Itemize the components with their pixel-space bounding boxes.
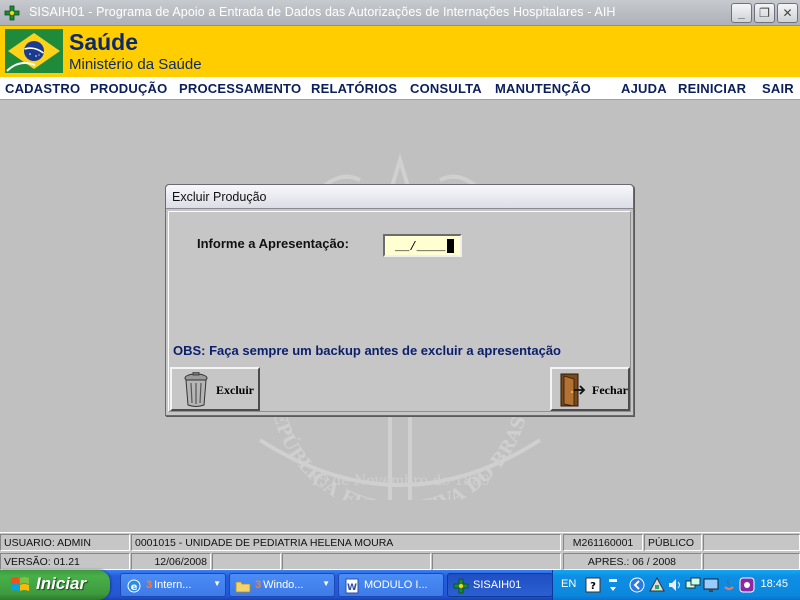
status-empty-1 <box>703 534 800 551</box>
antivirus-icon[interactable] <box>739 577 755 593</box>
apresentacao-label: Informe a Apresentação: <box>197 236 349 251</box>
window-titlebar[interactable]: SISAIH01 - Programa de Apoio a Entrada d… <box>0 0 800 26</box>
taskbar-item-windows[interactable]: 3 Windo... ▼ <box>229 573 335 597</box>
fechar-button[interactable]: Fechar <box>550 367 630 411</box>
clock[interactable]: 18:45 <box>760 578 788 590</box>
maximize-button[interactable]: ❐ <box>754 3 775 23</box>
task-count: 3 <box>146 579 153 591</box>
dialog-body: Informe a Apresentação: __/____ OBS: Faç… <box>168 211 631 412</box>
taskbar-item-modulo[interactable]: W MODULO I... <box>338 573 444 597</box>
task-label: MODULO I... <box>364 579 428 591</box>
svg-text:?: ? <box>590 581 596 592</box>
status-version: VERSÃO: 01.21 <box>0 553 130 570</box>
status-date: 12/06/2008 <box>131 553 211 570</box>
show-hidden-icons-icon[interactable] <box>629 577 645 593</box>
menu-reiniciar[interactable]: REINICIAR <box>678 81 746 96</box>
menu-sair[interactable]: SAIR <box>762 81 794 96</box>
sisaih-icon <box>453 578 469 594</box>
safely-remove-hardware-icon[interactable] <box>649 577 665 593</box>
windows-logo-icon <box>11 577 29 591</box>
status-empty-5 <box>703 553 800 570</box>
excluir-button[interactable]: Excluir <box>170 367 260 411</box>
system-tray: EN ? 18:45 <box>552 570 800 600</box>
excluir-button-label: Excluir <box>216 383 254 397</box>
window-title: SISAIH01 - Programa de Apoio a Entrada d… <box>29 5 616 19</box>
banner-subtitle: Ministério da Saúde <box>69 56 202 73</box>
watermark-date-text: 15 de Novembro de 1889 <box>310 473 490 489</box>
excluir-producao-dialog: Excluir Produção Informe a Apresentação:… <box>165 184 634 416</box>
task-count: 3 <box>255 579 262 591</box>
brazil-flag-logo <box>5 29 63 73</box>
menu-ajuda[interactable]: AJUDA <box>621 81 667 96</box>
volume-icon[interactable] <box>667 577 683 593</box>
word-icon: W <box>345 578 359 594</box>
banner-title: Saúde <box>69 29 139 55</box>
language-bar-options-icon[interactable] <box>605 577 621 593</box>
network-icon[interactable] <box>685 577 701 593</box>
status-empty-4 <box>432 553 561 570</box>
text-cursor <box>447 239 455 253</box>
fechar-button-label: Fechar <box>592 383 628 397</box>
trash-can-icon <box>184 372 208 407</box>
task-label: Intern... <box>154 579 192 591</box>
backup-note: OBS: Faça sempre um backup antes de excl… <box>173 343 561 358</box>
svg-text:W: W <box>347 583 357 593</box>
close-button[interactable]: ✕ <box>777 3 798 23</box>
task-label: Windo... <box>263 579 304 591</box>
apresentacao-value: __/____ <box>395 240 446 254</box>
windows-taskbar: Iniciar e 3 Intern... ▼ 3 Windo... ▼ W MOD… <box>0 570 800 600</box>
svg-text:e: e <box>131 582 138 593</box>
chevron-down-icon: ▼ <box>213 579 221 588</box>
status-code: M261160001 <box>563 534 643 551</box>
display-icon[interactable] <box>703 577 719 593</box>
menu-consulta[interactable]: CONSULTA <box>410 81 482 96</box>
menu-manutencao[interactable]: MANUTENÇÃO <box>495 81 591 96</box>
java-icon[interactable] <box>721 577 737 593</box>
apresentacao-input[interactable]: __/____ <box>383 234 462 257</box>
start-button[interactable]: Iniciar <box>0 570 110 600</box>
main-menu: CADASTRO PRODUÇÃO PROCESSAMENTO RELATÓRI… <box>0 77 800 100</box>
dialog-header[interactable]: Excluir Produção <box>166 185 633 209</box>
menu-relatorios[interactable]: RELATÓRIOS <box>311 81 397 96</box>
folder-icon <box>235 581 251 593</box>
exit-door-icon <box>560 373 586 407</box>
status-bar: USUARIO: ADMIN 0001015 - UNIDADE DE PEDI… <box>0 532 800 570</box>
menu-cadastro[interactable]: CADASTRO <box>5 81 80 96</box>
task-label: SISAIH01 <box>473 579 522 591</box>
start-label: Iniciar <box>36 574 87 593</box>
taskbar-item-internet[interactable]: e 3 Intern... ▼ <box>120 573 226 597</box>
minimize-button[interactable]: _ <box>731 3 752 23</box>
status-empty-2 <box>212 553 281 570</box>
language-indicator[interactable]: EN <box>561 578 576 590</box>
status-type: PÚBLICO <box>644 534 702 551</box>
status-user: USUARIO: ADMIN <box>0 534 130 551</box>
taskbar-item-sisaih01[interactable]: SISAIH01 <box>447 573 553 597</box>
status-unit: 0001015 - UNIDADE DE PEDIATRIA HELENA MO… <box>131 534 561 551</box>
menu-processamento[interactable]: PROCESSAMENTO <box>179 81 301 96</box>
help-icon[interactable]: ? <box>585 577 601 593</box>
sisaih-app-icon <box>4 5 20 21</box>
status-apresentacao: APRES.: 06 / 2008 <box>563 553 702 570</box>
chevron-down-icon: ▼ <box>322 579 330 588</box>
ministry-banner: Saúde Ministério da Saúde <box>0 26 800 77</box>
ie-icon: e <box>127 579 141 593</box>
menu-producao[interactable]: PRODUÇÃO <box>90 81 167 96</box>
dialog-title: Excluir Produção <box>172 190 267 204</box>
status-empty-3 <box>282 553 431 570</box>
